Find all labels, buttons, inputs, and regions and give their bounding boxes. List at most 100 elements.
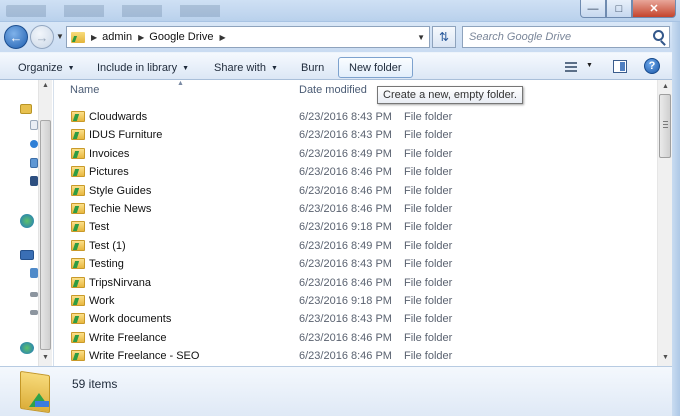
- file-row[interactable]: Cloudwards 6/23/2016 8:43 PM File folder: [55, 108, 655, 126]
- file-date: 6/23/2016 8:46 PM: [299, 331, 392, 344]
- help-icon[interactable]: ?: [644, 58, 660, 74]
- google-drive-folder-icon: [71, 203, 85, 214]
- file-row[interactable]: Test 6/23/2016 9:18 PM File folder: [55, 218, 655, 236]
- google-drive-folder-icon: [71, 31, 85, 43]
- drive-icon[interactable]: [30, 292, 38, 297]
- file-date: 6/23/2016 9:18 PM: [299, 295, 392, 307]
- file-name: Testing: [89, 258, 124, 271]
- file-row[interactable]: Work 6/23/2016 9:18 PM File folder: [55, 292, 655, 310]
- search-input[interactable]: [463, 27, 643, 47]
- file-row[interactable]: Testing 6/23/2016 8:43 PM File folder: [55, 255, 655, 273]
- music-icon[interactable]: [30, 140, 38, 148]
- google-drive-folder-icon: [71, 350, 85, 362]
- navigation-scrollbar[interactable]: ▲ ▼: [38, 80, 52, 366]
- share-with-button[interactable]: Share with ▼: [214, 59, 278, 77]
- back-button[interactable]: ←: [4, 25, 28, 49]
- share-with-label: Share with: [214, 62, 266, 74]
- computer-icon[interactable]: [20, 250, 34, 260]
- column-header-name[interactable]: Name: [70, 84, 99, 96]
- preview-pane-icon[interactable]: [613, 60, 627, 73]
- search-icon[interactable]: [653, 30, 664, 41]
- file-row[interactable]: Techie News 6/23/2016 8:46 PM File folde…: [55, 200, 655, 218]
- new-folder-tooltip: Create a new, empty folder.: [377, 86, 523, 104]
- window-title-blurred: [6, 5, 236, 17]
- address-history-dropdown[interactable]: ▼: [417, 33, 425, 42]
- breadcrumb-chevron-icon[interactable]: ▶: [219, 33, 225, 42]
- new-folder-button[interactable]: New folder: [338, 57, 413, 78]
- refresh-button[interactable]: ⇅: [432, 26, 456, 48]
- close-button[interactable]: ✕: [632, 0, 676, 18]
- organize-button[interactable]: Organize ▼: [18, 59, 75, 77]
- scroll-down-icon[interactable]: ▼: [662, 354, 669, 361]
- burn-label: Burn: [301, 62, 325, 74]
- change-view-icon[interactable]: [565, 62, 577, 72]
- drive-icon[interactable]: [30, 310, 38, 315]
- include-in-library-label: Include in library: [97, 62, 178, 74]
- navigation-scroll-thumb[interactable]: [40, 120, 51, 350]
- file-type: File folder: [404, 184, 453, 197]
- google-drive-folder-icon: [20, 370, 54, 414]
- search-box[interactable]: [462, 26, 670, 48]
- document-icon[interactable]: [30, 120, 38, 130]
- address-bar[interactable]: ▶ admin ▶ Google Drive ▶ ▼: [66, 26, 430, 48]
- view-options-dropdown[interactable]: ▼: [586, 62, 593, 69]
- file-type: File folder: [404, 239, 453, 252]
- item-count: 59 items: [72, 377, 118, 391]
- breadcrumb-google-drive[interactable]: Google Drive: [149, 31, 213, 43]
- file-type: File folder: [404, 258, 453, 271]
- scroll-up-icon[interactable]: ▲: [662, 83, 669, 90]
- file-row[interactable]: Invoices 6/23/2016 8:49 PM File folder: [55, 145, 655, 163]
- file-date: 6/23/2016 8:49 PM: [299, 147, 392, 160]
- pictures-icon[interactable]: [30, 158, 38, 168]
- file-list-scroll-thumb[interactable]: [659, 94, 671, 158]
- file-name: Test (1): [89, 239, 126, 252]
- favorites-icon[interactable]: [20, 104, 32, 114]
- breadcrumb-chevron-icon[interactable]: ▶: [138, 33, 144, 42]
- file-name: Cloudwards: [89, 111, 148, 123]
- file-type: File folder: [404, 203, 453, 215]
- file-list-scrollbar[interactable]: ▲ ▼: [657, 80, 672, 366]
- google-drive-folder-icon: [71, 166, 85, 178]
- file-type: File folder: [404, 276, 453, 289]
- forward-button[interactable]: →: [30, 25, 54, 49]
- google-drive-folder-icon: [71, 111, 85, 122]
- file-name: Work documents: [89, 313, 172, 326]
- column-header-date-modified[interactable]: Date modified: [299, 84, 367, 96]
- breadcrumb-chevron-icon[interactable]: ▶: [91, 33, 97, 42]
- videos-icon[interactable]: [30, 176, 38, 186]
- file-row[interactable]: TripsNirvana 6/23/2016 8:46 PM File fold…: [55, 274, 655, 292]
- scroll-up-icon[interactable]: ▲: [42, 82, 49, 89]
- file-row[interactable]: Write Freelance 6/23/2016 8:46 PM File f…: [55, 329, 655, 347]
- recent-pages-dropdown[interactable]: ▼: [56, 32, 64, 41]
- window-controls: — □ ✕: [580, 0, 676, 18]
- file-type: File folder: [404, 295, 453, 307]
- homegroup-icon[interactable]: [20, 214, 34, 228]
- maximize-button[interactable]: □: [606, 0, 632, 18]
- drive-icon[interactable]: [30, 268, 38, 278]
- address-row: ← → ▼ ▶ admin ▶ Google Drive ▶ ▼ ⇅: [0, 22, 680, 52]
- file-row[interactable]: Pictures 6/23/2016 8:46 PM File folder: [55, 163, 655, 181]
- chevron-down-icon: ▼: [67, 64, 75, 72]
- google-drive-folder-icon: [71, 295, 85, 306]
- file-name: Write Freelance - SEO: [89, 350, 200, 363]
- scroll-down-icon[interactable]: ▼: [42, 354, 49, 361]
- file-name: TripsNirvana: [89, 276, 151, 289]
- file-row[interactable]: Work documents 6/23/2016 8:43 PM File fo…: [55, 310, 655, 328]
- include-in-library-button[interactable]: Include in library ▼: [97, 59, 189, 77]
- file-row[interactable]: Style Guides 6/23/2016 8:46 PM File fold…: [55, 182, 655, 200]
- organize-label: Organize: [18, 62, 63, 74]
- file-row[interactable]: Test (1) 6/23/2016 8:49 PM File folder: [55, 237, 655, 255]
- file-type: File folder: [404, 331, 453, 344]
- file-date: 6/23/2016 8:46 PM: [299, 276, 392, 289]
- file-name: Write Freelance: [89, 331, 167, 344]
- file-row[interactable]: IDUS Furniture 6/23/2016 8:43 PM File fo…: [55, 126, 655, 144]
- file-name: Test: [89, 221, 110, 234]
- file-row[interactable]: Write Freelance - SEO 6/23/2016 8:46 PM …: [55, 347, 655, 365]
- minimize-button[interactable]: —: [580, 0, 606, 18]
- refresh-icon: ⇅: [438, 30, 450, 44]
- google-drive-folder-icon: [71, 147, 85, 159]
- burn-button[interactable]: Burn: [301, 59, 324, 77]
- breadcrumb-admin[interactable]: admin: [102, 31, 132, 43]
- file-name: Work: [89, 295, 115, 307]
- network-icon[interactable]: [20, 342, 34, 354]
